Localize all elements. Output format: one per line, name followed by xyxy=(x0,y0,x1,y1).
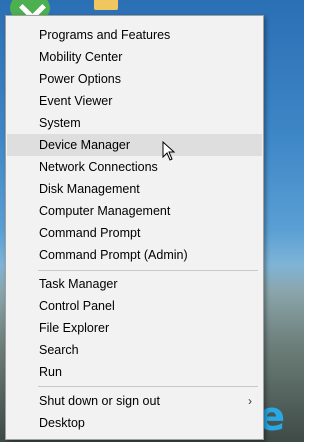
folder-icon[interactable] xyxy=(94,0,118,10)
menu-item-desktop[interactable]: Desktop xyxy=(7,412,262,434)
menu-item-event-viewer[interactable]: Event Viewer xyxy=(7,90,262,112)
menu-item-power-options[interactable]: Power Options xyxy=(7,68,262,90)
menu-item-system[interactable]: System xyxy=(7,112,262,134)
menu-item-network-connections[interactable]: Network Connections xyxy=(7,156,262,178)
menu-item-command-prompt[interactable]: Command Prompt xyxy=(7,222,262,244)
menu-item-shut-down-or-sign-out[interactable]: Shut down or sign out › xyxy=(7,390,262,412)
menu-item-file-explorer[interactable]: File Explorer xyxy=(7,317,262,339)
menu-separator xyxy=(38,386,258,387)
menu-item-disk-management[interactable]: Disk Management xyxy=(7,178,262,200)
menu-item-control-panel[interactable]: Control Panel xyxy=(7,295,262,317)
menu-item-computer-management[interactable]: Computer Management xyxy=(7,200,262,222)
menu-separator xyxy=(38,270,258,271)
chevron-right-icon: › xyxy=(248,394,252,408)
menu-item-device-manager[interactable]: Device Manager xyxy=(7,134,262,156)
menu-item-mobility-center[interactable]: Mobility Center xyxy=(7,46,262,68)
menu-item-programs-and-features[interactable]: Programs and Features xyxy=(7,24,262,46)
menu-item-label: Shut down or sign out xyxy=(39,394,160,408)
power-user-menu: Programs and Features Mobility Center Po… xyxy=(5,15,264,440)
menu-item-run[interactable]: Run xyxy=(7,361,262,383)
menu-item-search[interactable]: Search xyxy=(7,339,262,361)
mouse-pointer-icon xyxy=(162,141,176,161)
menu-item-command-prompt-admin[interactable]: Command Prompt (Admin) xyxy=(7,244,262,266)
menu-item-task-manager[interactable]: Task Manager xyxy=(7,273,262,295)
